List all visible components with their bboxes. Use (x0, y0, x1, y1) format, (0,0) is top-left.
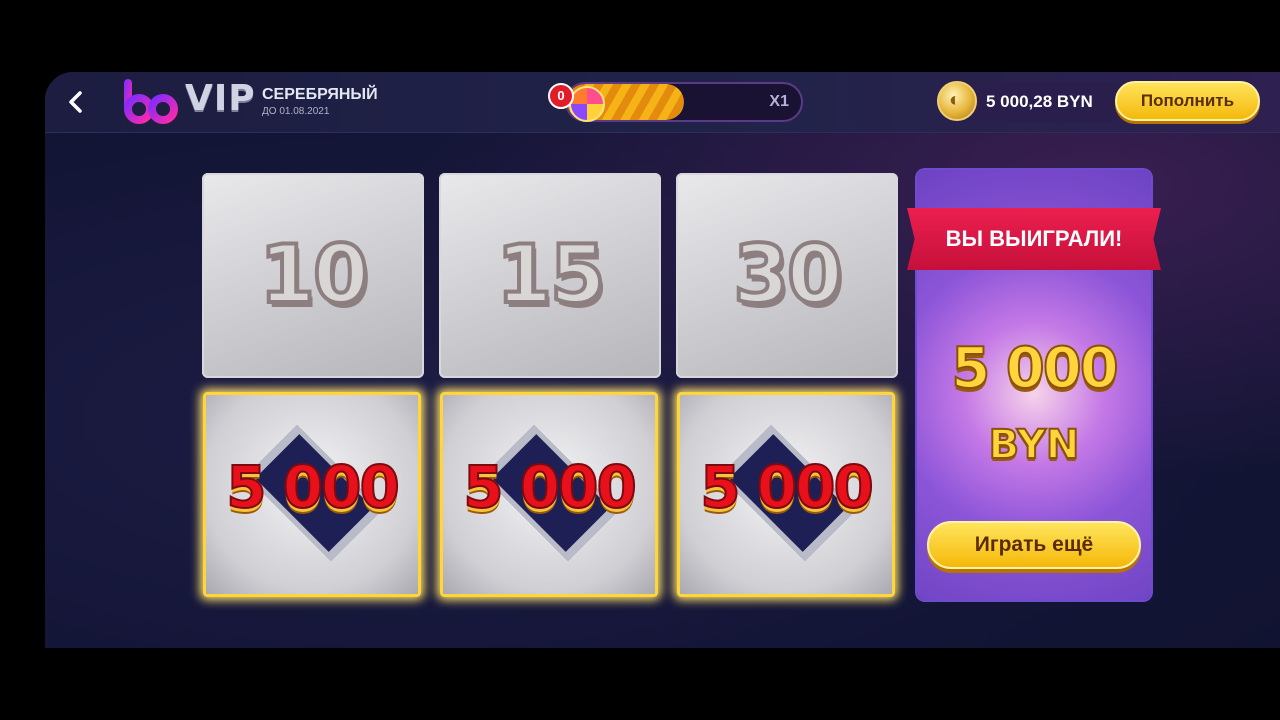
tile-value: 15 (494, 226, 607, 323)
winning-tile: 5 000 (440, 392, 658, 597)
tile-value: 30 (731, 226, 844, 323)
chevron-left-icon[interactable] (63, 88, 89, 116)
top-bar: VIP СЕРЕБРЯНЫЙ ДО 01.08.2021 X1 0 ◐ 5 00… (45, 72, 1280, 133)
scratch-tile[interactable]: 15 (439, 173, 661, 378)
bonus-multiplier: X1 (769, 93, 789, 110)
balance-amount: 5 000,28 BYN (986, 92, 1093, 111)
winning-tile-value: 5 000 (462, 452, 638, 522)
fortune-wheel-icon[interactable] (569, 86, 605, 122)
prize-amount: 5 000 (950, 335, 1119, 402)
winning-tile: 5 000 (203, 392, 421, 597)
vip-label: VIP (185, 78, 256, 119)
coin-icon: ◐ (937, 81, 977, 121)
vip-tier-expiry: ДО 01.08.2021 (262, 106, 330, 117)
win-banner: ВЫ ВЫИГРАЛИ! (907, 208, 1161, 270)
game-screen: VIP СЕРЕБРЯНЫЙ ДО 01.08.2021 X1 0 ◐ 5 00… (45, 72, 1280, 648)
scratch-tile[interactable]: 10 (202, 173, 424, 378)
winning-tile-value: 5 000 (699, 452, 875, 522)
topup-button[interactable]: Пополнить (1115, 81, 1260, 121)
bonus-counter-badge: 0 (548, 83, 574, 109)
prize-currency: BYN (988, 421, 1081, 469)
winning-tile: 5 000 (677, 392, 895, 597)
vip-tier-name: СЕРЕБРЯНЫЙ (262, 86, 378, 103)
bb-logo-icon (124, 79, 178, 124)
winning-tile-value: 5 000 (225, 452, 401, 522)
play-again-button[interactable]: Играть ещё (927, 521, 1141, 569)
tile-value: 10 (257, 226, 370, 323)
scratch-tile[interactable]: 30 (676, 173, 898, 378)
